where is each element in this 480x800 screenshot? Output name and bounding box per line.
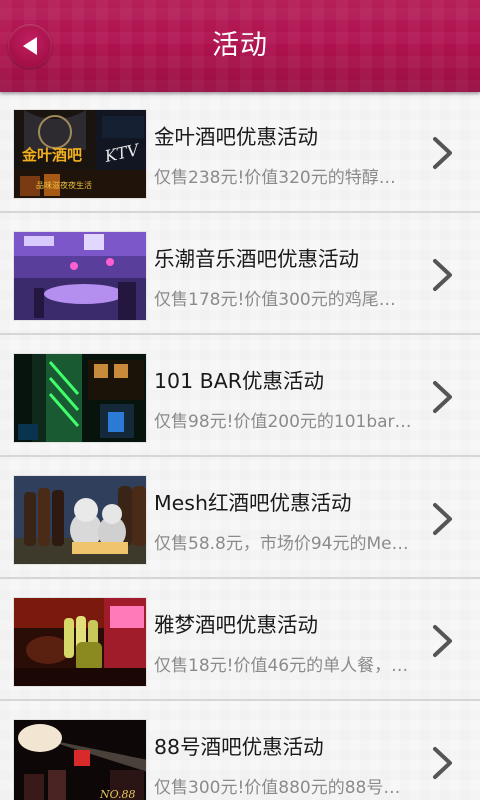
back-button[interactable] [8,24,52,68]
item-description: 仅售178元!价值300元的鸡尾… [154,290,396,310]
item-description: 仅售18元!价值46元的单人餐，… [154,656,409,676]
sign-text: 品味滋夜夜生活 [36,180,92,190]
item-title: 金叶酒吧优惠活动 [154,125,318,149]
chevron-right-icon [433,381,452,413]
item-description: 仅售300元!价值880元的88号… [154,778,401,798]
item-thumbnail: 金叶酒吧 KTV 品味滋夜夜生活 [13,109,147,199]
activity-list[interactable]: 金叶酒吧 KTV 品味滋夜夜生活 金叶酒吧优惠活动 仅售238元!价值320元的… [0,92,480,800]
sign-text: NO.88 [99,788,136,800]
list-item[interactable]: 雅梦酒吧优惠活动 仅售18元!价值46元的单人餐，… [0,580,480,701]
item-thumbnail [13,353,147,443]
arrow-left-icon [23,37,37,55]
chevron-right-icon [433,747,452,779]
item-thumbnail [13,231,147,321]
item-description: 仅售98元!价值200元的101bar… [154,412,412,432]
chevron-right-icon [433,625,452,657]
item-title: 101 BAR优惠活动 [154,369,324,393]
item-description: 仅售58.8元，市场价94元的Me… [154,534,409,554]
item-thumbnail [13,597,147,687]
list-item[interactable]: 乐潮音乐酒吧优惠活动 仅售178元!价值300元的鸡尾… [0,214,480,335]
item-thumbnail: NO.88 [13,719,147,800]
list-item[interactable]: 101 BAR优惠活动 仅售98元!价值200元的101bar… [0,336,480,457]
item-title: Mesh红酒吧优惠活动 [154,491,352,515]
item-description: 仅售238元!价值320元的特醇… [154,168,396,188]
chevron-right-icon [433,137,452,169]
item-title: 88号酒吧优惠活动 [154,735,324,759]
chevron-right-icon [433,259,452,291]
page-title: 活动 [212,30,268,61]
chevron-right-icon [433,503,452,535]
sign-text: 金叶酒吧 [21,146,82,164]
header-bar: 活动 [0,0,480,92]
item-thumbnail [13,475,147,565]
list-item[interactable]: Mesh红酒吧优惠活动 仅售58.8元，市场价94元的Me… [0,458,480,579]
item-title: 乐潮音乐酒吧优惠活动 [154,247,359,271]
item-title: 雅梦酒吧优惠活动 [154,613,318,637]
list-item[interactable]: 金叶酒吧 KTV 品味滋夜夜生活 金叶酒吧优惠活动 仅售238元!价值320元的… [0,92,480,213]
list-item[interactable]: NO.88 88号酒吧优惠活动 仅售300元!价值880元的88号… [0,702,480,800]
